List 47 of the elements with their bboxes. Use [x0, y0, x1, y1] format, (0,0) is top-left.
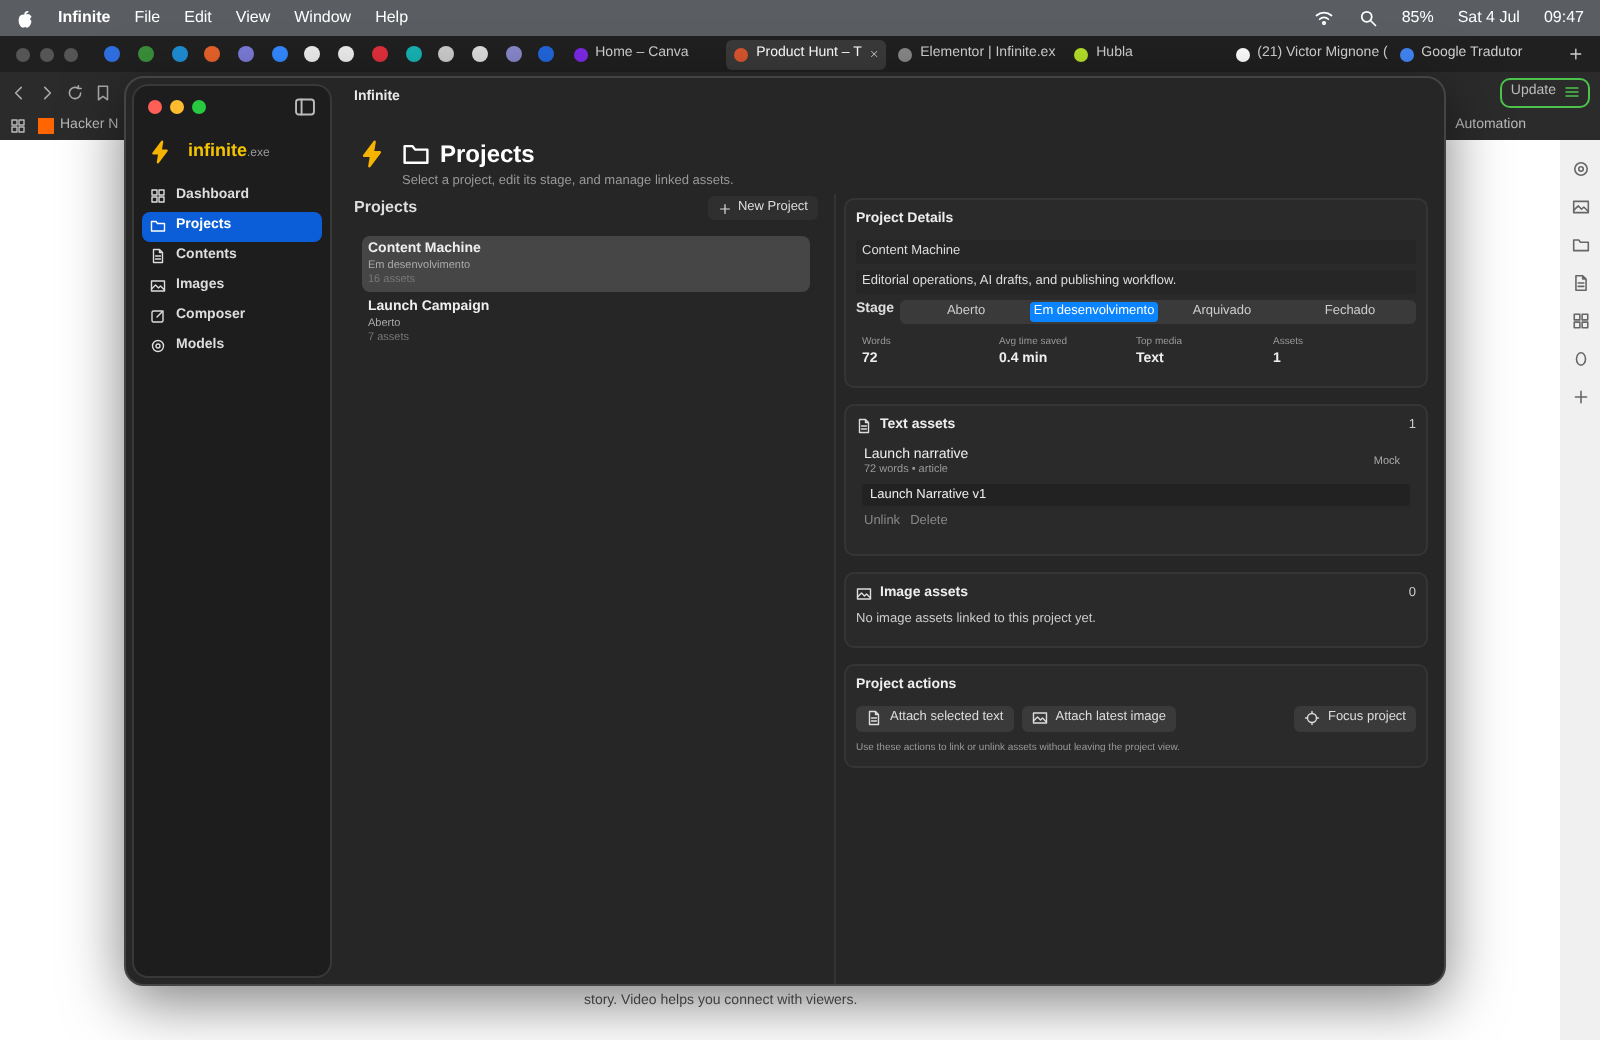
favicon-icon	[573, 47, 588, 61]
lightning-icon	[148, 139, 172, 164]
menu-item[interactable]: Edit	[184, 6, 212, 30]
menu-item[interactable]: Help	[375, 6, 409, 30]
section-heading: Projects	[354, 196, 418, 220]
folder-icon	[402, 140, 430, 168]
app-menu[interactable]: Infinite	[58, 6, 111, 30]
edit-icon	[150, 308, 166, 324]
apple-icon[interactable]	[16, 9, 34, 27]
plus-icon	[717, 201, 732, 215]
image-icon	[150, 278, 166, 294]
battery-percent: 85%	[1401, 6, 1434, 30]
menu-item[interactable]: Window	[294, 6, 352, 30]
zoom-button[interactable]	[192, 99, 206, 113]
bookmark-icon[interactable]	[94, 83, 112, 101]
favicon-icon	[1074, 47, 1089, 61]
close-button[interactable]	[148, 99, 162, 113]
menu-time: 09:47	[1543, 6, 1584, 30]
menu-date: Sat 4 Jul	[1457, 6, 1520, 30]
close-icon[interactable]	[869, 48, 879, 60]
minimize-button[interactable]	[170, 99, 184, 113]
document-icon	[856, 417, 872, 434]
circle-icon	[150, 338, 166, 354]
image-icon	[856, 586, 872, 602]
wifi-icon[interactable]	[1313, 8, 1334, 28]
menu-icon	[1564, 84, 1580, 100]
sidebar-toggle-icon[interactable]	[294, 95, 316, 117]
document-icon	[866, 710, 882, 726]
page-title: Projects	[440, 138, 535, 172]
grid-icon	[150, 188, 166, 204]
image-icon	[1031, 710, 1048, 726]
target-icon	[1303, 710, 1320, 726]
favicon-icon	[38, 118, 54, 134]
favicon-icon	[1235, 47, 1250, 61]
favicon-icon	[734, 47, 749, 61]
menu-item[interactable]: View	[235, 6, 271, 30]
back-icon[interactable]	[10, 83, 28, 101]
folder-icon	[150, 218, 166, 234]
document-icon	[150, 248, 166, 264]
favicon-icon	[898, 47, 913, 61]
apps-grid-icon[interactable]	[10, 118, 26, 134]
favicon-icon	[1399, 47, 1414, 61]
search-icon[interactable]	[1357, 8, 1378, 28]
forward-icon[interactable]	[38, 83, 56, 101]
menu-item[interactable]: File	[134, 6, 161, 30]
reload-icon[interactable]	[66, 83, 84, 101]
new-tab-icon[interactable]	[1568, 46, 1584, 62]
